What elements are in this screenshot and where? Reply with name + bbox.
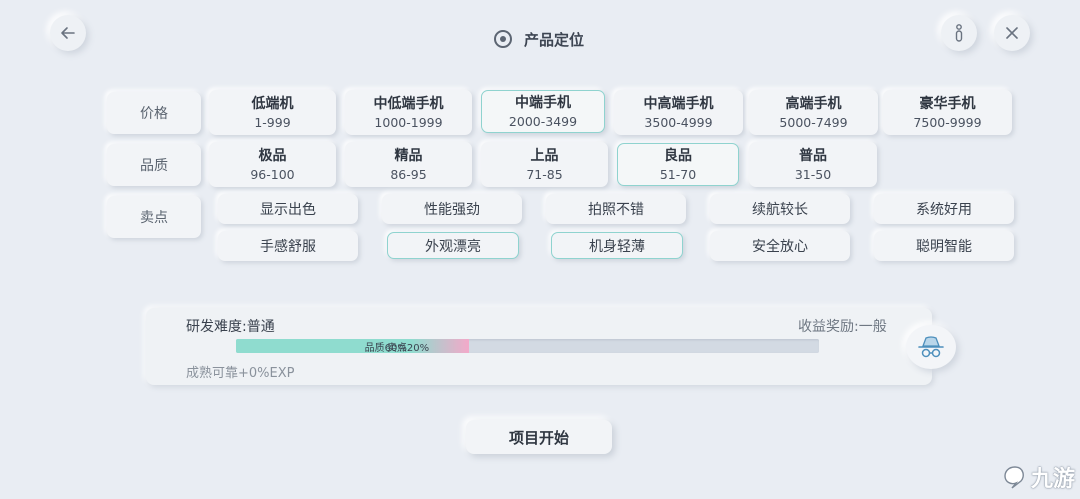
price-card[interactable]: 豪华手机 7500-9999 [883, 90, 1012, 135]
price-card-name: 豪华手机 [919, 95, 976, 112]
row-label-price: 价格 [107, 92, 201, 134]
target-button [492, 28, 514, 50]
selling-point-option[interactable]: 聪明智能 [874, 231, 1014, 261]
start-project-label: 项目开始 [508, 428, 569, 447]
selling-point-option-selected[interactable]: 机身轻薄 [551, 232, 683, 259]
close-button[interactable] [994, 15, 1030, 51]
quality-card[interactable]: 普品 31-50 [749, 142, 877, 187]
selling-point-option[interactable]: 性能强劲 [382, 194, 522, 224]
selling-point-option[interactable]: 安全放心 [710, 231, 850, 261]
row-label-selling: 卖点 [107, 196, 201, 238]
price-card-range: 2000-3499 [508, 113, 578, 129]
price-card[interactable]: 高端手机 5000-7499 [749, 90, 878, 135]
selling-point-label: 显示出色 [260, 202, 316, 218]
price-card-name: 中高端手机 [643, 95, 714, 112]
info-button[interactable] [941, 15, 977, 51]
price-card-range: 3500-4999 [644, 114, 713, 130]
selling-point-option[interactable]: 显示出色 [218, 194, 358, 224]
incognito-icon [918, 336, 944, 358]
positioning-progress-bar: 品质60% 卖点20% [236, 339, 819, 353]
selling-point-label: 性能强劲 [424, 202, 480, 218]
info-icon [955, 24, 963, 42]
quality-card-name: 精品 [394, 147, 423, 164]
selling-point-option[interactable]: 手感舒服 [218, 231, 358, 261]
price-card[interactable]: 低端机 1-999 [209, 90, 336, 135]
page-header: 产品定位 [492, 28, 584, 50]
quality-card-range: 71-85 [526, 166, 563, 182]
selling-point-option[interactable]: 续航较长 [710, 194, 850, 224]
quality-card-name: 普品 [799, 147, 827, 164]
price-card[interactable]: 中低端手机 1000-1999 [345, 90, 472, 135]
watermark-text: 九游 [1031, 467, 1076, 492]
selling-point-label: 手感舒服 [260, 239, 316, 255]
selling-point-label: 机身轻薄 [589, 238, 645, 255]
selling-point-label: 拍照不错 [588, 202, 644, 218]
selling-point-label: 安全放心 [752, 239, 808, 255]
selling-point-label: 外观漂亮 [425, 238, 481, 255]
price-card-selected[interactable]: 中端手机 2000-3499 [481, 90, 605, 133]
selling-segment-label: 卖点20% [386, 342, 430, 354]
page-title: 产品定位 [524, 30, 585, 49]
jiuyou-logo-icon [1004, 466, 1024, 489]
row-label-selling-text: 卖点 [140, 210, 168, 226]
price-card-name: 中端手机 [515, 94, 571, 111]
price-card-range: 5000-7499 [779, 114, 848, 130]
quality-card-name: 极品 [258, 147, 287, 164]
selling-segment: 卖点20% [387, 339, 470, 353]
price-card-name: 中低端手机 [373, 95, 444, 112]
selling-point-label: 系统好用 [916, 202, 972, 218]
incognito-button[interactable] [906, 325, 956, 369]
price-card-range: 1-999 [254, 114, 291, 130]
back-button[interactable] [50, 15, 86, 51]
quality-card-selected[interactable]: 良品 51-70 [617, 143, 739, 186]
quality-card[interactable]: 精品 86-95 [345, 142, 472, 187]
row-label-quality-text: 品质 [140, 158, 168, 174]
price-card-name: 高端手机 [785, 95, 842, 112]
back-arrow-icon [61, 27, 75, 39]
row-label-quality: 品质 [107, 144, 201, 186]
reward-text: 收益奖励:一般 [798, 319, 887, 335]
quality-card-range: 31-50 [794, 166, 832, 182]
quality-card-range: 51-70 [659, 166, 697, 182]
quality-card[interactable]: 上品 71-85 [481, 142, 608, 187]
exp-note: 成熟可靠+0%EXP [186, 366, 295, 381]
quality-card-range: 96-100 [250, 166, 295, 182]
selling-point-option[interactable]: 拍照不错 [546, 194, 686, 224]
price-card[interactable]: 中高端手机 3500-4999 [614, 90, 743, 135]
quality-card-name: 良品 [664, 147, 692, 164]
selling-point-label: 聪明智能 [916, 239, 972, 255]
difficulty-text: 研发难度:普通 [186, 319, 275, 335]
selling-point-option[interactable]: 系统好用 [874, 194, 1014, 224]
row-label-price-text: 价格 [140, 106, 168, 122]
price-card-range: 1000-1999 [374, 114, 443, 130]
quality-segment: 品质60% [236, 339, 411, 353]
watermark-logo: 九游 [1002, 461, 1075, 493]
selling-point-option-selected[interactable]: 外观漂亮 [387, 232, 519, 259]
price-card-name: 低端机 [251, 95, 294, 112]
price-card-range: 7500-9999 [913, 114, 982, 130]
target-icon [494, 30, 512, 48]
start-project-button[interactable]: 项目开始 [466, 420, 612, 454]
close-icon [1006, 27, 1018, 39]
selling-point-label: 续航较长 [752, 202, 808, 218]
quality-card-name: 上品 [530, 147, 559, 164]
quality-card[interactable]: 极品 96-100 [209, 142, 336, 187]
quality-card-range: 86-95 [390, 166, 427, 182]
